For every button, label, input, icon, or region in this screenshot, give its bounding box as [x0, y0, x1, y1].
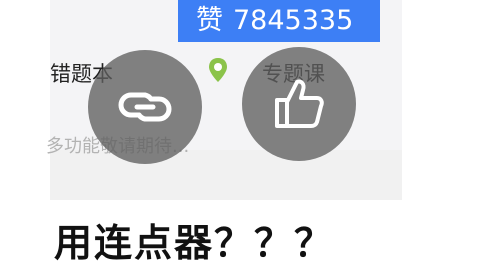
thumbs-up-icon	[275, 79, 324, 128]
like-count-banner[interactable]: 赞 7845335	[178, 0, 380, 42]
like-label: 赞	[196, 5, 223, 36]
right-margin	[402, 0, 480, 200]
meme-caption: 用连点器？？？	[54, 221, 335, 265]
link-icon	[118, 92, 172, 122]
map-pin-icon	[209, 58, 227, 82]
thumbs-up-button[interactable]	[242, 47, 356, 161]
like-count: 7845335	[233, 5, 354, 36]
screenshot-area: 赞7845335 错题本 专题课 多功能敬请期待...	[0, 0, 480, 200]
link-button[interactable]	[88, 50, 202, 164]
